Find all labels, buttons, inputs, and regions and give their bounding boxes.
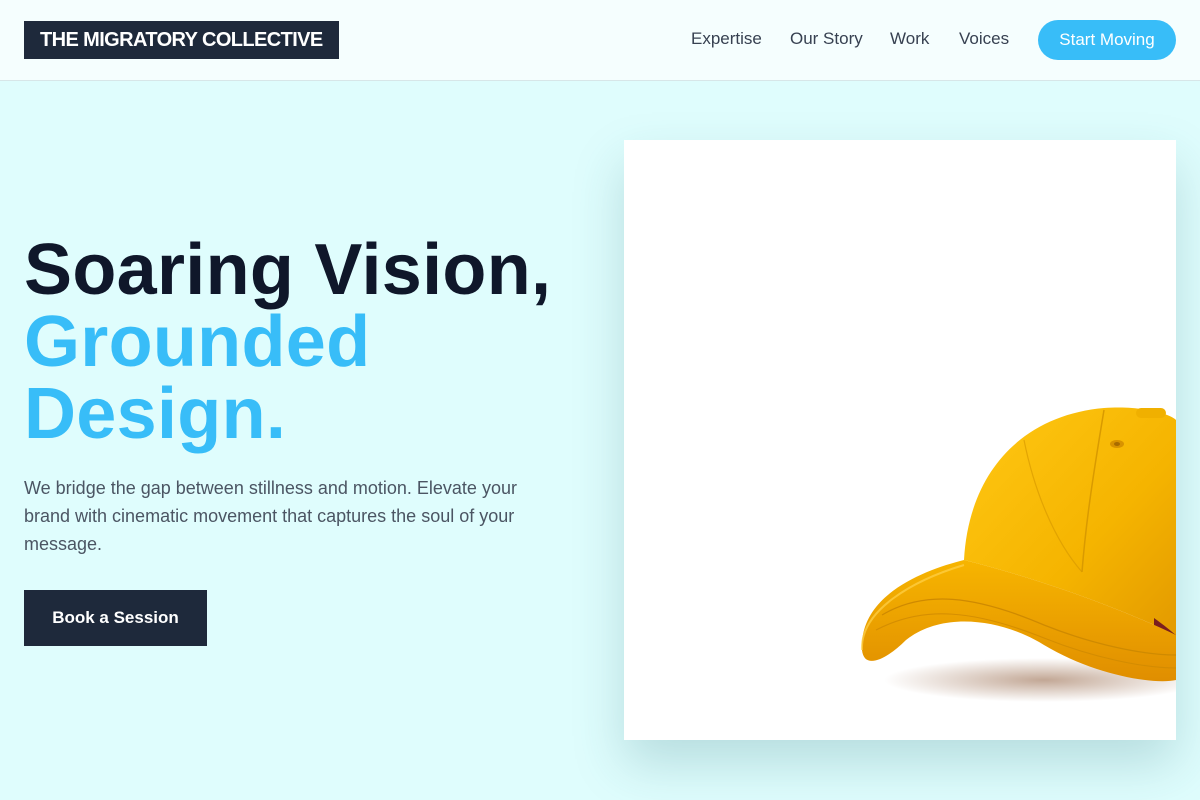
hero-headline: Soaring Vision, Grounded Design. (24, 234, 604, 450)
nav-link-our-story[interactable]: Our Story (790, 0, 863, 80)
headline-line-3: Design. (24, 374, 287, 454)
headline-line-2: Grounded (24, 302, 371, 382)
nav-link-voices[interactable]: Voices (959, 0, 1009, 80)
site-header: THE MIGRATORY COLLECTIVE Expertise Our S… (0, 0, 1200, 81)
headline-line-1: Soaring Vision, (24, 230, 552, 310)
start-moving-button[interactable]: Start Moving (1038, 20, 1176, 60)
yellow-cap-image (860, 407, 1176, 702)
nav-link-expertise[interactable]: Expertise (691, 0, 762, 80)
hero-description: We bridge the gap between stillness and … (24, 478, 517, 554)
brand-logo[interactable]: THE MIGRATORY COLLECTIVE (24, 21, 339, 59)
hero-image (624, 140, 1176, 740)
nav-link-work[interactable]: Work (890, 0, 929, 80)
book-session-button[interactable]: Book a Session (24, 590, 207, 646)
